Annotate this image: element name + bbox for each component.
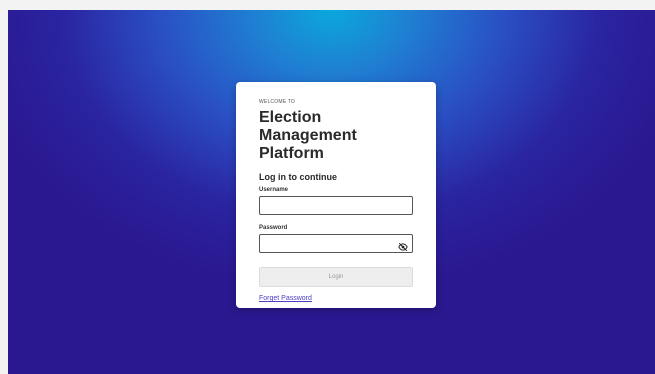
eye-off-icon-graphic (398, 242, 408, 252)
password-field-box (259, 234, 413, 254)
login-card: WELCOME TO Election Management Platform … (236, 82, 436, 308)
username-label: Username (259, 187, 289, 193)
forgot-password-link[interactable]: Forget Password (259, 294, 312, 303)
username-input[interactable] (263, 201, 393, 216)
login-button[interactable]: Login (259, 267, 413, 287)
login-subtitle: Log in to continue (259, 172, 337, 182)
username-field-box (259, 196, 413, 216)
password-label: Password (259, 225, 288, 231)
eye-off-icon[interactable] (398, 239, 408, 252)
password-input[interactable] (263, 239, 393, 254)
page-title: Election Management Platform (259, 109, 357, 162)
login-page-background: WELCOME TO Election Management Platform … (8, 10, 655, 374)
welcome-text: WELCOME TO (259, 99, 295, 105)
